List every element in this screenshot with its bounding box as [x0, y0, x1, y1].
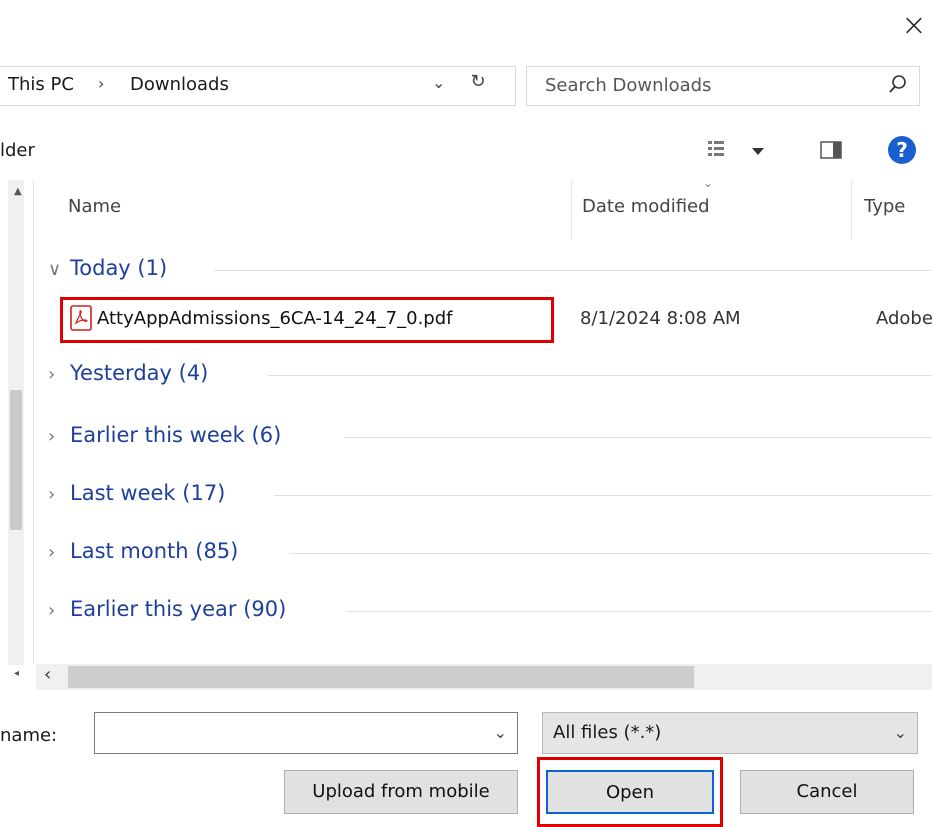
file-name-dropdown-icon[interactable]: ⌄: [494, 723, 507, 742]
column-header-name[interactable]: Name: [68, 196, 121, 217]
group-divider: [290, 553, 932, 554]
address-bar[interactable]: This PC › Downloads ⌄ ↻: [0, 66, 516, 106]
highlight-file-row: [60, 297, 554, 343]
group-label: Earlier this year (90): [70, 597, 287, 621]
group-label: Today (1): [70, 256, 168, 280]
close-button[interactable]: ×: [896, 8, 932, 44]
chevron-right-icon: ›: [48, 600, 56, 621]
search-placeholder: Search Downloads: [545, 75, 712, 96]
search-input[interactable]: Search Downloads: [526, 66, 920, 106]
cancel-button[interactable]: Cancel: [740, 770, 914, 814]
chevron-right-icon: ›: [48, 426, 56, 447]
scroll-left-arrow-icon[interactable]: ‹: [44, 664, 51, 685]
file-name-label: name:: [0, 725, 58, 746]
breadcrumb-downloads[interactable]: Downloads: [130, 74, 229, 95]
group-divider: [344, 437, 932, 438]
preview-pane-icon[interactable]: [820, 141, 842, 159]
chevron-right-icon: ›: [48, 364, 56, 385]
group-header-last-month[interactable]: › Last month (85): [48, 539, 238, 563]
file-type-filter[interactable]: All files (*.*) ⌄: [542, 712, 918, 754]
breadcrumb-separator[interactable]: ›: [98, 74, 104, 93]
group-header-earlier-this-week[interactable]: › Earlier this week (6): [48, 423, 281, 447]
column-divider[interactable]: [571, 180, 572, 240]
group-header-today[interactable]: ∨ Today (1): [48, 256, 167, 280]
group-divider: [268, 375, 932, 376]
nav-pane-scroll-thumb[interactable]: [10, 390, 22, 530]
address-history-dropdown-icon[interactable]: ⌄: [432, 73, 445, 92]
chevron-right-icon: ›: [48, 484, 56, 505]
chevron-down-icon[interactable]: ⌄: [894, 723, 907, 742]
help-icon[interactable]: ?: [888, 136, 916, 164]
nav-scroll-left-icon[interactable]: ◂: [14, 668, 19, 679]
horizontal-scroll-thumb[interactable]: [68, 666, 694, 688]
chevron-down-icon: ∨: [48, 259, 62, 280]
file-name-input[interactable]: ⌄: [94, 712, 518, 754]
highlight-open-button: [537, 757, 723, 827]
column-header-date-modified[interactable]: Date modified: [582, 196, 710, 217]
file-date-modified: 8/1/2024 8:08 AM: [580, 308, 741, 329]
group-label: Last week (17): [70, 481, 226, 505]
group-divider: [214, 270, 932, 271]
group-divider: [274, 495, 932, 496]
group-label: Earlier this week (6): [70, 423, 282, 447]
nav-scroll-up-icon[interactable]: ▲: [14, 186, 22, 197]
search-icon[interactable]: [887, 73, 909, 95]
change-view-icon[interactable]: [706, 138, 768, 164]
group-header-last-week[interactable]: › Last week (17): [48, 481, 225, 505]
group-divider: [346, 611, 932, 612]
new-folder-button[interactable]: lder: [0, 140, 35, 161]
sort-indicator-icon: ⌄: [703, 176, 714, 190]
refresh-icon[interactable]: ↻: [464, 71, 492, 99]
column-divider[interactable]: [851, 180, 852, 240]
file-type: Adobe: [876, 308, 932, 329]
list-divider: [33, 180, 34, 665]
breadcrumb-this-pc[interactable]: This PC: [8, 74, 74, 95]
group-label: Yesterday (4): [70, 361, 209, 385]
group-header-yesterday[interactable]: › Yesterday (4): [48, 361, 208, 385]
file-type-filter-value: All files (*.*): [553, 722, 662, 743]
group-label: Last month (85): [70, 539, 239, 563]
group-header-earlier-this-year[interactable]: › Earlier this year (90): [48, 597, 286, 621]
column-header-type[interactable]: Type: [864, 196, 905, 217]
upload-from-mobile-button[interactable]: Upload from mobile: [284, 770, 518, 814]
chevron-right-icon: ›: [48, 542, 56, 563]
